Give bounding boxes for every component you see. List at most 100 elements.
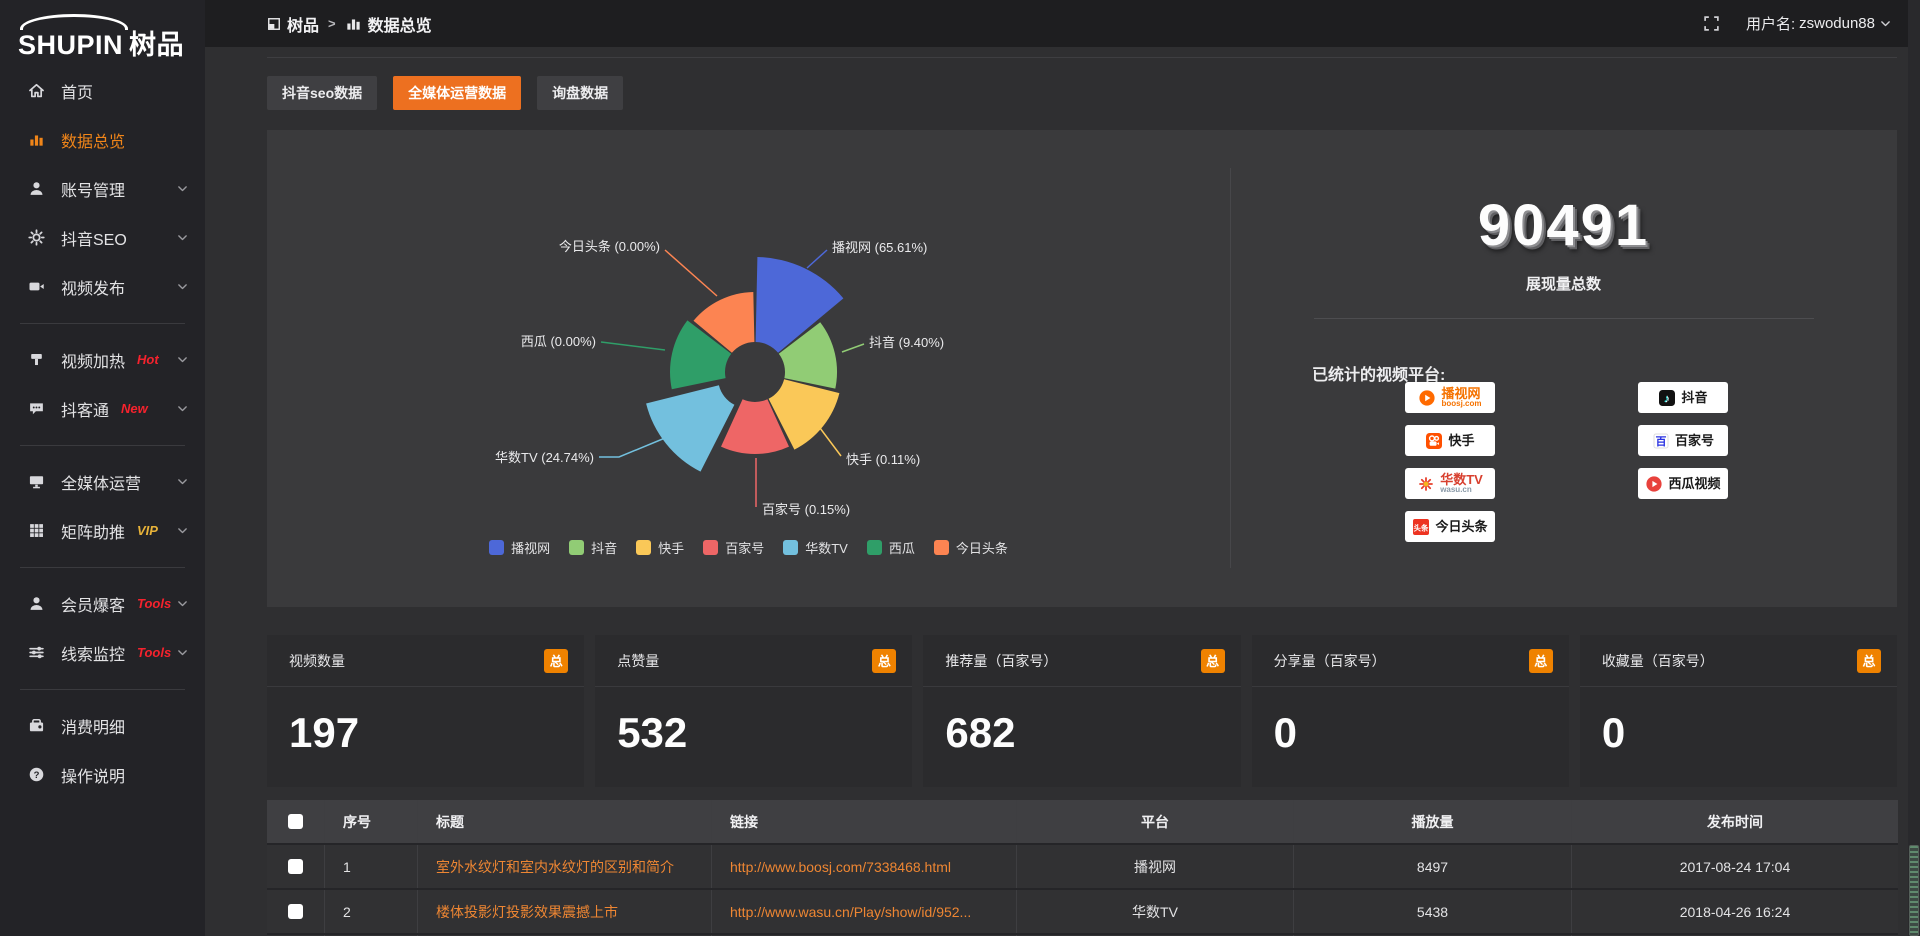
chevron-down-icon: [176, 597, 189, 610]
tab-3[interactable]: 询盘数据: [537, 76, 623, 110]
label-line-今日头条: [665, 250, 717, 296]
publish-time-cell: 2017-08-24 17:04: [1571, 845, 1898, 888]
legend-label: 西瓜: [889, 538, 915, 557]
video-url-link[interactable]: http://www.boosj.com/7338468.html: [711, 845, 1016, 888]
label-line-快手: [817, 424, 841, 456]
grid-icon: [28, 522, 46, 540]
sidebar-item-douketong[interactable]: 抖客通New: [0, 384, 205, 433]
total-badge: 总: [1201, 649, 1225, 673]
wallet-icon: [28, 717, 46, 735]
sidebar-item-label: 首页: [61, 79, 93, 103]
table-header-row: 序号标题链接平台播放量发布时间: [267, 800, 1898, 843]
legend-item-华数TV[interactable]: 华数TV: [783, 538, 848, 557]
tab-2[interactable]: 全媒体运营数据: [393, 76, 521, 110]
sidebar-item-label: 账号管理: [61, 177, 125, 201]
sidebar-item-video-publish[interactable]: 视频发布: [0, 262, 205, 311]
row-checkbox[interactable]: [288, 859, 303, 874]
legend-item-快手[interactable]: 快手: [636, 538, 684, 557]
sidebar-item-media-operation[interactable]: 全媒体运营: [0, 457, 205, 506]
chevron-down-icon: [176, 402, 189, 415]
kuaishou-logo: [1425, 432, 1443, 450]
sidebar-item-operation-help[interactable]: ?操作说明: [0, 750, 205, 799]
breadcrumb-current[interactable]: 数据总览: [345, 12, 432, 36]
select-all-checkbox[interactable]: [288, 814, 303, 829]
sidebar-item-douyin-seo[interactable]: 抖音SEO: [0, 213, 205, 262]
sidebar-item-data-overview[interactable]: 数据总览: [0, 115, 205, 164]
platform-badges-left-column: 播视网boosj.com快手华数TVwasu.cn头条今日头条: [1405, 382, 1495, 542]
sidebar-menu: 首页数据总览账号管理 抖音SEO视频发布视频加热Hot抖客通New 全媒体运营矩阵…: [0, 66, 205, 799]
video-title-link[interactable]: 室外水纹灯和室内水纹灯的区别和简介: [417, 845, 711, 888]
select-all-cell: [267, 800, 324, 843]
legend-item-播视网[interactable]: 播视网: [489, 538, 550, 557]
sidebar-item-badge-tools: Tools: [137, 596, 171, 611]
platform-badge-text: 播视网boosj.com: [1441, 387, 1481, 408]
stat-card-title: 收藏量（百家号）: [1602, 651, 1714, 671]
logo-text-en: SHUPIN: [18, 30, 123, 60]
platform-badge-text: 华数TVwasu.cn: [1440, 473, 1483, 494]
views-cell: 5438: [1293, 890, 1571, 933]
user-menu[interactable]: 用户名: zswodun88: [1746, 13, 1892, 34]
stat-card-1: 视频数量总197: [267, 635, 584, 787]
platform-badges: 播视网boosj.com快手华数TVwasu.cn头条今日头条 ♪♪抖音百百家号…: [1405, 382, 1728, 542]
sidebar-item-member-baoke[interactable]: 会员爆客Tools: [0, 579, 205, 628]
platform-badge-播视网: 播视网boosj.com: [1405, 382, 1495, 413]
platform-badge-西瓜视频: 西瓜视频: [1638, 468, 1728, 499]
home-icon: [28, 82, 46, 100]
legend-item-百家号[interactable]: 百家号: [703, 538, 764, 557]
page-scrollbar[interactable]: [1908, 0, 1920, 936]
pie-slice-华数TV[interactable]: [646, 385, 734, 471]
breadcrumb: 树品 > 数据总览: [267, 12, 432, 36]
legend-swatch: [569, 540, 584, 555]
monitor-icon: [28, 473, 46, 491]
platform-badges-right-column: ♪♪抖音百百家号西瓜视频: [1638, 382, 1728, 542]
sidebar-item-consumption-detail[interactable]: 消费明细: [0, 701, 205, 750]
sidebar-item-badge-hot: Hot: [137, 352, 159, 367]
breadcrumb-app[interactable]: 树品: [267, 12, 319, 36]
platform-cell: 华数TV: [1016, 890, 1293, 933]
sidebar-item-account-manage[interactable]: 账号管理: [0, 164, 205, 213]
legend-swatch: [489, 540, 504, 555]
chevron-down-icon: [176, 524, 189, 537]
platform-cell: 播视网: [1016, 845, 1293, 888]
chevron-down-icon: [176, 182, 189, 195]
sidebar-item-video-heat[interactable]: 视频加热Hot: [0, 335, 205, 384]
legend-item-抖音[interactable]: 抖音: [569, 538, 617, 557]
fullscreen-icon[interactable]: [1703, 15, 1720, 32]
summary-panel: 90491 展现量总数 已统计的视频平台: 播视网boosj.com快手华数TV…: [1230, 130, 1897, 607]
chevron-down-icon: [176, 353, 189, 366]
wasu-logo: [1417, 475, 1435, 493]
legend-item-今日头条[interactable]: 今日头条: [934, 538, 1008, 557]
video-title-link[interactable]: 楼体投影灯投影效果震撼上市: [417, 890, 711, 933]
legend-label: 播视网: [511, 538, 550, 557]
stat-card-5: 收藏量（百家号）总0: [1580, 635, 1897, 787]
platform-badge-快手: 快手: [1405, 425, 1495, 456]
stat-card-title: 分享量（百家号）: [1274, 651, 1386, 671]
platform-name: 百家号: [1675, 434, 1714, 447]
platform-badge-text: 百家号: [1675, 434, 1714, 447]
sidebar-item-matrix-boost[interactable]: 矩阵助推VIP: [0, 506, 205, 555]
breadcrumb-app-label: 树品: [287, 12, 319, 36]
column-header-3: 链接: [711, 800, 1016, 843]
logo-text-cn: 树品: [129, 30, 184, 60]
stat-cards-row: 视频数量总197点赞量总532推荐量（百家号）总682分享量（百家号）总0收藏量…: [267, 635, 1897, 787]
sidebar-item-label: 全媒体运营: [61, 470, 141, 494]
overview-panel: 播视网 (65.61%)抖音 (9.40%)快手 (0.11%)百家号 (0.1…: [267, 130, 1897, 607]
column-header-2: 标题: [417, 800, 711, 843]
pie-label-快手: 快手 (0.11%): [846, 452, 920, 467]
legend-item-西瓜[interactable]: 西瓜: [867, 538, 915, 557]
tab-1[interactable]: 抖音seo数据: [267, 76, 377, 110]
sidebar-item-clue-monitor[interactable]: 线索监控Tools: [0, 628, 205, 677]
scrollbar-thumb[interactable]: [1909, 845, 1919, 936]
column-header-5: 播放量: [1293, 800, 1571, 843]
chart-legend: 播视网抖音快手百家号华数TV 西瓜今日头条: [267, 538, 1230, 557]
stat-card-header: 分享量（百家号）总: [1252, 635, 1569, 687]
sidebar-item-home[interactable]: 首页: [0, 66, 205, 115]
video-url-link[interactable]: http://www.wasu.cn/Play/show/id/952...: [711, 890, 1016, 933]
rose-pie-chart-svg: 播视网 (65.61%)抖音 (9.40%)快手 (0.11%)百家号 (0.1…: [267, 130, 1230, 607]
chevron-down-icon: [1879, 17, 1892, 30]
row-checkbox[interactable]: [288, 904, 303, 919]
logo-arc-decoration: [20, 14, 128, 30]
video-icon: [28, 278, 46, 296]
stat-card-3: 推荐量（百家号）总682: [923, 635, 1240, 787]
sidebar-divider: [0, 311, 205, 335]
